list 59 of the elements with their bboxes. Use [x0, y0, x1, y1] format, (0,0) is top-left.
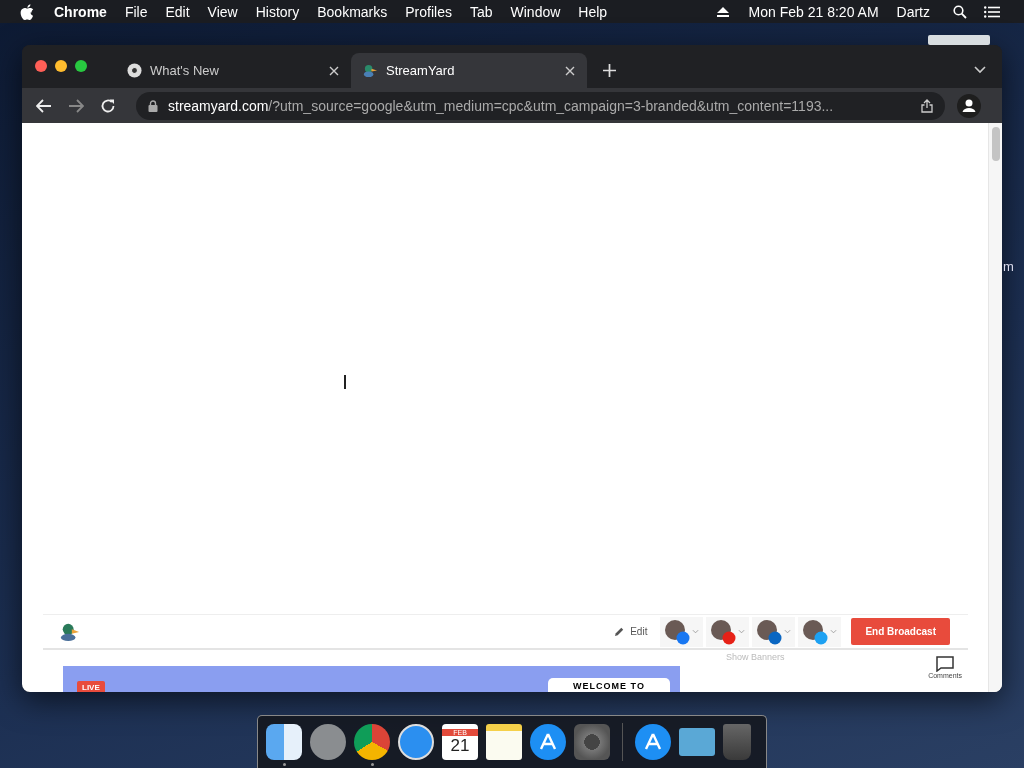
browser-tab[interactable]: What's New	[115, 53, 351, 88]
browser-tab[interactable]: StreamYard	[351, 53, 587, 88]
menu-app-name[interactable]: Chrome	[54, 3, 107, 20]
welcome-text: WELCOME TO	[573, 681, 645, 692]
trash-icon[interactable]	[723, 724, 751, 760]
chrome-icon[interactable]	[354, 724, 390, 760]
user-name[interactable]: Dartz	[896, 3, 930, 20]
text-cursor-icon	[344, 375, 346, 389]
desktop-icon-label: m	[1003, 259, 1014, 274]
menu-item[interactable]: Window	[510, 3, 561, 20]
apple-icon[interactable]	[20, 3, 34, 20]
menu-item[interactable]: View	[207, 3, 238, 20]
menu-item[interactable]: File	[124, 3, 148, 20]
duck-icon	[363, 63, 378, 78]
forward-arrow-icon[interactable]	[68, 97, 84, 114]
chat-bubble-icon	[936, 656, 955, 672]
menu-item[interactable]: Edit	[165, 3, 190, 20]
destination-avatar[interactable]	[706, 616, 750, 647]
lock-icon	[148, 99, 158, 112]
new-tab-icon[interactable]	[603, 64, 616, 77]
menu-item[interactable]: Help	[578, 3, 608, 20]
menu-item[interactable]: History	[255, 3, 300, 20]
back-arrow-icon[interactable]	[36, 97, 52, 114]
zoom-window-button[interactable]	[75, 59, 87, 72]
edit-link[interactable]: Edit	[630, 626, 648, 637]
avatar-icon	[710, 618, 737, 645]
chrome-icon	[127, 63, 142, 78]
address-bar[interactable]: streamyard.com/?utm_source=google&utm_medium=cpc&utm_campaign=3-branded&utm_content=1193...	[136, 91, 945, 120]
menu-item[interactable]: Bookmarks	[317, 3, 388, 20]
share-icon[interactable]	[921, 98, 933, 113]
app-store-icon[interactable]	[635, 724, 671, 760]
close-icon[interactable]	[329, 65, 339, 76]
destination-avatar[interactable]	[660, 616, 704, 647]
pencil-icon[interactable]	[614, 626, 626, 637]
tab-title: StreamYard	[386, 63, 456, 78]
avatar-icon	[802, 618, 829, 645]
clock[interactable]: Mon Feb 21 8:20 AM	[748, 3, 879, 20]
search-icon[interactable]	[952, 4, 968, 19]
list-icon[interactable]	[984, 4, 1000, 19]
app-store-icon[interactable]	[530, 724, 566, 760]
close-icon[interactable]	[565, 65, 575, 76]
avatar-icon	[756, 618, 783, 645]
live-badge: LIVE	[77, 681, 105, 692]
menu-item[interactable]: Profiles	[405, 3, 452, 20]
minimize-window-button[interactable]	[55, 59, 67, 72]
reload-icon[interactable]	[100, 97, 116, 114]
close-window-button[interactable]	[35, 59, 47, 72]
scrollbar[interactable]	[988, 123, 1002, 692]
destination-avatar[interactable]	[752, 616, 796, 647]
menu-item[interactable]: Tab	[469, 3, 493, 20]
url-text: streamyard.com/?utm_source=google&utm_medium=cpc&utm_campaign=3-branded&utm_content=1193...	[168, 97, 834, 114]
avatar-icon	[664, 618, 691, 645]
eject-icon[interactable]	[716, 6, 729, 17]
destination-avatar[interactable]	[798, 616, 842, 647]
chevron-down-icon[interactable]	[974, 66, 986, 74]
tab-title: What's New	[150, 63, 220, 78]
duck-logo-icon	[59, 621, 81, 642]
profile-icon[interactable]	[957, 93, 981, 118]
end-broadcast-button[interactable]: End Broadcast	[851, 618, 950, 645]
